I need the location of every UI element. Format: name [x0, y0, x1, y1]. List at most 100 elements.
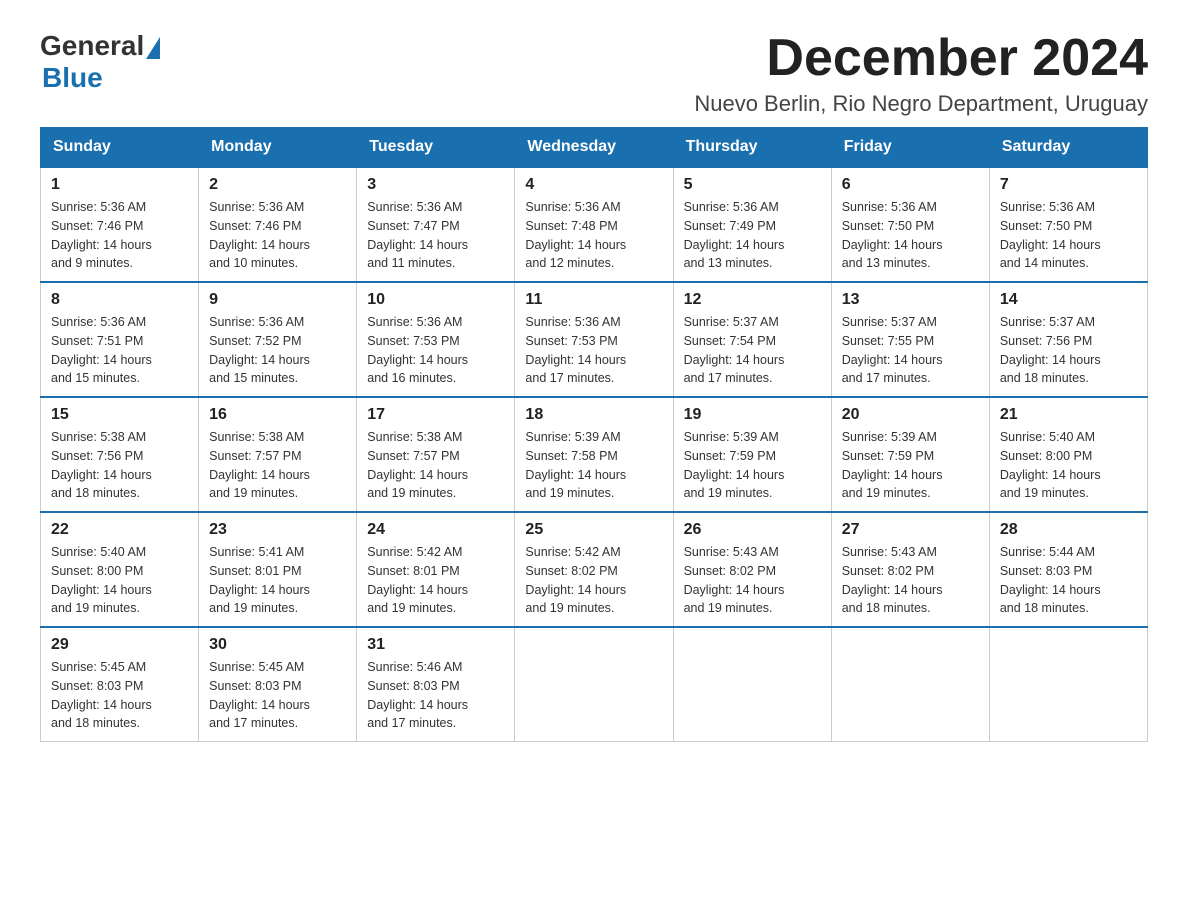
calendar-cell: [831, 627, 989, 742]
calendar-cell: 3 Sunrise: 5:36 AM Sunset: 7:47 PM Dayli…: [357, 167, 515, 282]
calendar-cell: 25 Sunrise: 5:42 AM Sunset: 8:02 PM Dayl…: [515, 512, 673, 627]
calendar-cell: 4 Sunrise: 5:36 AM Sunset: 7:48 PM Dayli…: [515, 167, 673, 282]
calendar-cell: 11 Sunrise: 5:36 AM Sunset: 7:53 PM Dayl…: [515, 282, 673, 397]
calendar-cell: 30 Sunrise: 5:45 AM Sunset: 8:03 PM Dayl…: [199, 627, 357, 742]
title-block: December 2024 Nuevo Berlin, Rio Negro De…: [694, 30, 1148, 117]
calendar-cell: 1 Sunrise: 5:36 AM Sunset: 7:46 PM Dayli…: [41, 167, 199, 282]
day-number: 11: [525, 291, 662, 309]
day-number: 23: [209, 521, 346, 539]
day-info: Sunrise: 5:43 AM Sunset: 8:02 PM Dayligh…: [684, 543, 821, 618]
logo: General Blue: [40, 30, 160, 94]
calendar-cell: 22 Sunrise: 5:40 AM Sunset: 8:00 PM Dayl…: [41, 512, 199, 627]
calendar-cell: 24 Sunrise: 5:42 AM Sunset: 8:01 PM Dayl…: [357, 512, 515, 627]
day-info: Sunrise: 5:36 AM Sunset: 7:47 PM Dayligh…: [367, 198, 504, 273]
day-info: Sunrise: 5:36 AM Sunset: 7:51 PM Dayligh…: [51, 313, 188, 388]
day-number: 14: [1000, 291, 1137, 309]
calendar-cell: 6 Sunrise: 5:36 AM Sunset: 7:50 PM Dayli…: [831, 167, 989, 282]
logo-general: General: [40, 30, 144, 62]
day-number: 1: [51, 176, 188, 194]
calendar-cell: 31 Sunrise: 5:46 AM Sunset: 8:03 PM Dayl…: [357, 627, 515, 742]
day-number: 29: [51, 636, 188, 654]
day-number: 8: [51, 291, 188, 309]
calendar-cell: 8 Sunrise: 5:36 AM Sunset: 7:51 PM Dayli…: [41, 282, 199, 397]
calendar-cell: 7 Sunrise: 5:36 AM Sunset: 7:50 PM Dayli…: [989, 167, 1147, 282]
weekday-header-friday: Friday: [831, 128, 989, 168]
day-info: Sunrise: 5:44 AM Sunset: 8:03 PM Dayligh…: [1000, 543, 1137, 618]
day-info: Sunrise: 5:36 AM Sunset: 7:48 PM Dayligh…: [525, 198, 662, 273]
calendar-cell: 9 Sunrise: 5:36 AM Sunset: 7:52 PM Dayli…: [199, 282, 357, 397]
day-number: 5: [684, 176, 821, 194]
day-number: 22: [51, 521, 188, 539]
calendar-cell: [515, 627, 673, 742]
calendar-cell: 23 Sunrise: 5:41 AM Sunset: 8:01 PM Dayl…: [199, 512, 357, 627]
day-number: 9: [209, 291, 346, 309]
page-title: December 2024: [694, 30, 1148, 87]
calendar-cell: 12 Sunrise: 5:37 AM Sunset: 7:54 PM Dayl…: [673, 282, 831, 397]
day-info: Sunrise: 5:45 AM Sunset: 8:03 PM Dayligh…: [209, 658, 346, 733]
calendar-cell: [989, 627, 1147, 742]
calendar-header: SundayMondayTuesdayWednesdayThursdayFrid…: [41, 128, 1148, 168]
day-info: Sunrise: 5:38 AM Sunset: 7:57 PM Dayligh…: [209, 428, 346, 503]
day-info: Sunrise: 5:38 AM Sunset: 7:56 PM Dayligh…: [51, 428, 188, 503]
day-info: Sunrise: 5:46 AM Sunset: 8:03 PM Dayligh…: [367, 658, 504, 733]
day-number: 27: [842, 521, 979, 539]
day-number: 10: [367, 291, 504, 309]
day-number: 6: [842, 176, 979, 194]
calendar-cell: 20 Sunrise: 5:39 AM Sunset: 7:59 PM Dayl…: [831, 397, 989, 512]
day-info: Sunrise: 5:36 AM Sunset: 7:53 PM Dayligh…: [525, 313, 662, 388]
calendar-week-2: 8 Sunrise: 5:36 AM Sunset: 7:51 PM Dayli…: [41, 282, 1148, 397]
day-info: Sunrise: 5:36 AM Sunset: 7:53 PM Dayligh…: [367, 313, 504, 388]
calendar-cell: 10 Sunrise: 5:36 AM Sunset: 7:53 PM Dayl…: [357, 282, 515, 397]
day-info: Sunrise: 5:36 AM Sunset: 7:49 PM Dayligh…: [684, 198, 821, 273]
day-info: Sunrise: 5:41 AM Sunset: 8:01 PM Dayligh…: [209, 543, 346, 618]
weekday-header-row: SundayMondayTuesdayWednesdayThursdayFrid…: [41, 128, 1148, 168]
page-header: General Blue December 2024 Nuevo Berlin,…: [40, 30, 1148, 117]
day-number: 3: [367, 176, 504, 194]
logo-blue: Blue: [42, 62, 103, 94]
day-number: 28: [1000, 521, 1137, 539]
calendar-week-5: 29 Sunrise: 5:45 AM Sunset: 8:03 PM Dayl…: [41, 627, 1148, 742]
day-number: 17: [367, 406, 504, 424]
weekday-header-monday: Monday: [199, 128, 357, 168]
calendar-cell: 29 Sunrise: 5:45 AM Sunset: 8:03 PM Dayl…: [41, 627, 199, 742]
calendar-cell: [673, 627, 831, 742]
day-info: Sunrise: 5:42 AM Sunset: 8:01 PM Dayligh…: [367, 543, 504, 618]
day-info: Sunrise: 5:37 AM Sunset: 7:55 PM Dayligh…: [842, 313, 979, 388]
day-number: 2: [209, 176, 346, 194]
calendar-cell: 28 Sunrise: 5:44 AM Sunset: 8:03 PM Dayl…: [989, 512, 1147, 627]
day-info: Sunrise: 5:36 AM Sunset: 7:50 PM Dayligh…: [1000, 198, 1137, 273]
day-number: 21: [1000, 406, 1137, 424]
day-number: 24: [367, 521, 504, 539]
day-number: 19: [684, 406, 821, 424]
day-number: 26: [684, 521, 821, 539]
day-number: 12: [684, 291, 821, 309]
calendar-week-4: 22 Sunrise: 5:40 AM Sunset: 8:00 PM Dayl…: [41, 512, 1148, 627]
calendar-cell: 27 Sunrise: 5:43 AM Sunset: 8:02 PM Dayl…: [831, 512, 989, 627]
day-info: Sunrise: 5:36 AM Sunset: 7:46 PM Dayligh…: [209, 198, 346, 273]
day-info: Sunrise: 5:37 AM Sunset: 7:56 PM Dayligh…: [1000, 313, 1137, 388]
page-subtitle: Nuevo Berlin, Rio Negro Department, Urug…: [694, 91, 1148, 117]
weekday-header-sunday: Sunday: [41, 128, 199, 168]
day-number: 16: [209, 406, 346, 424]
calendar-body: 1 Sunrise: 5:36 AM Sunset: 7:46 PM Dayli…: [41, 167, 1148, 742]
day-number: 15: [51, 406, 188, 424]
day-info: Sunrise: 5:40 AM Sunset: 8:00 PM Dayligh…: [1000, 428, 1137, 503]
calendar-week-3: 15 Sunrise: 5:38 AM Sunset: 7:56 PM Dayl…: [41, 397, 1148, 512]
calendar-week-1: 1 Sunrise: 5:36 AM Sunset: 7:46 PM Dayli…: [41, 167, 1148, 282]
day-info: Sunrise: 5:40 AM Sunset: 8:00 PM Dayligh…: [51, 543, 188, 618]
calendar-cell: 26 Sunrise: 5:43 AM Sunset: 8:02 PM Dayl…: [673, 512, 831, 627]
calendar-cell: 18 Sunrise: 5:39 AM Sunset: 7:58 PM Dayl…: [515, 397, 673, 512]
weekday-header-saturday: Saturday: [989, 128, 1147, 168]
day-info: Sunrise: 5:39 AM Sunset: 7:58 PM Dayligh…: [525, 428, 662, 503]
day-number: 13: [842, 291, 979, 309]
day-info: Sunrise: 5:36 AM Sunset: 7:46 PM Dayligh…: [51, 198, 188, 273]
logo-triangle-icon: [146, 37, 160, 59]
day-info: Sunrise: 5:38 AM Sunset: 7:57 PM Dayligh…: [367, 428, 504, 503]
calendar-cell: 21 Sunrise: 5:40 AM Sunset: 8:00 PM Dayl…: [989, 397, 1147, 512]
day-info: Sunrise: 5:42 AM Sunset: 8:02 PM Dayligh…: [525, 543, 662, 618]
calendar-cell: 19 Sunrise: 5:39 AM Sunset: 7:59 PM Dayl…: [673, 397, 831, 512]
calendar-cell: 16 Sunrise: 5:38 AM Sunset: 7:57 PM Dayl…: [199, 397, 357, 512]
calendar-table: SundayMondayTuesdayWednesdayThursdayFrid…: [40, 127, 1148, 742]
day-number: 30: [209, 636, 346, 654]
calendar-cell: 14 Sunrise: 5:37 AM Sunset: 7:56 PM Dayl…: [989, 282, 1147, 397]
